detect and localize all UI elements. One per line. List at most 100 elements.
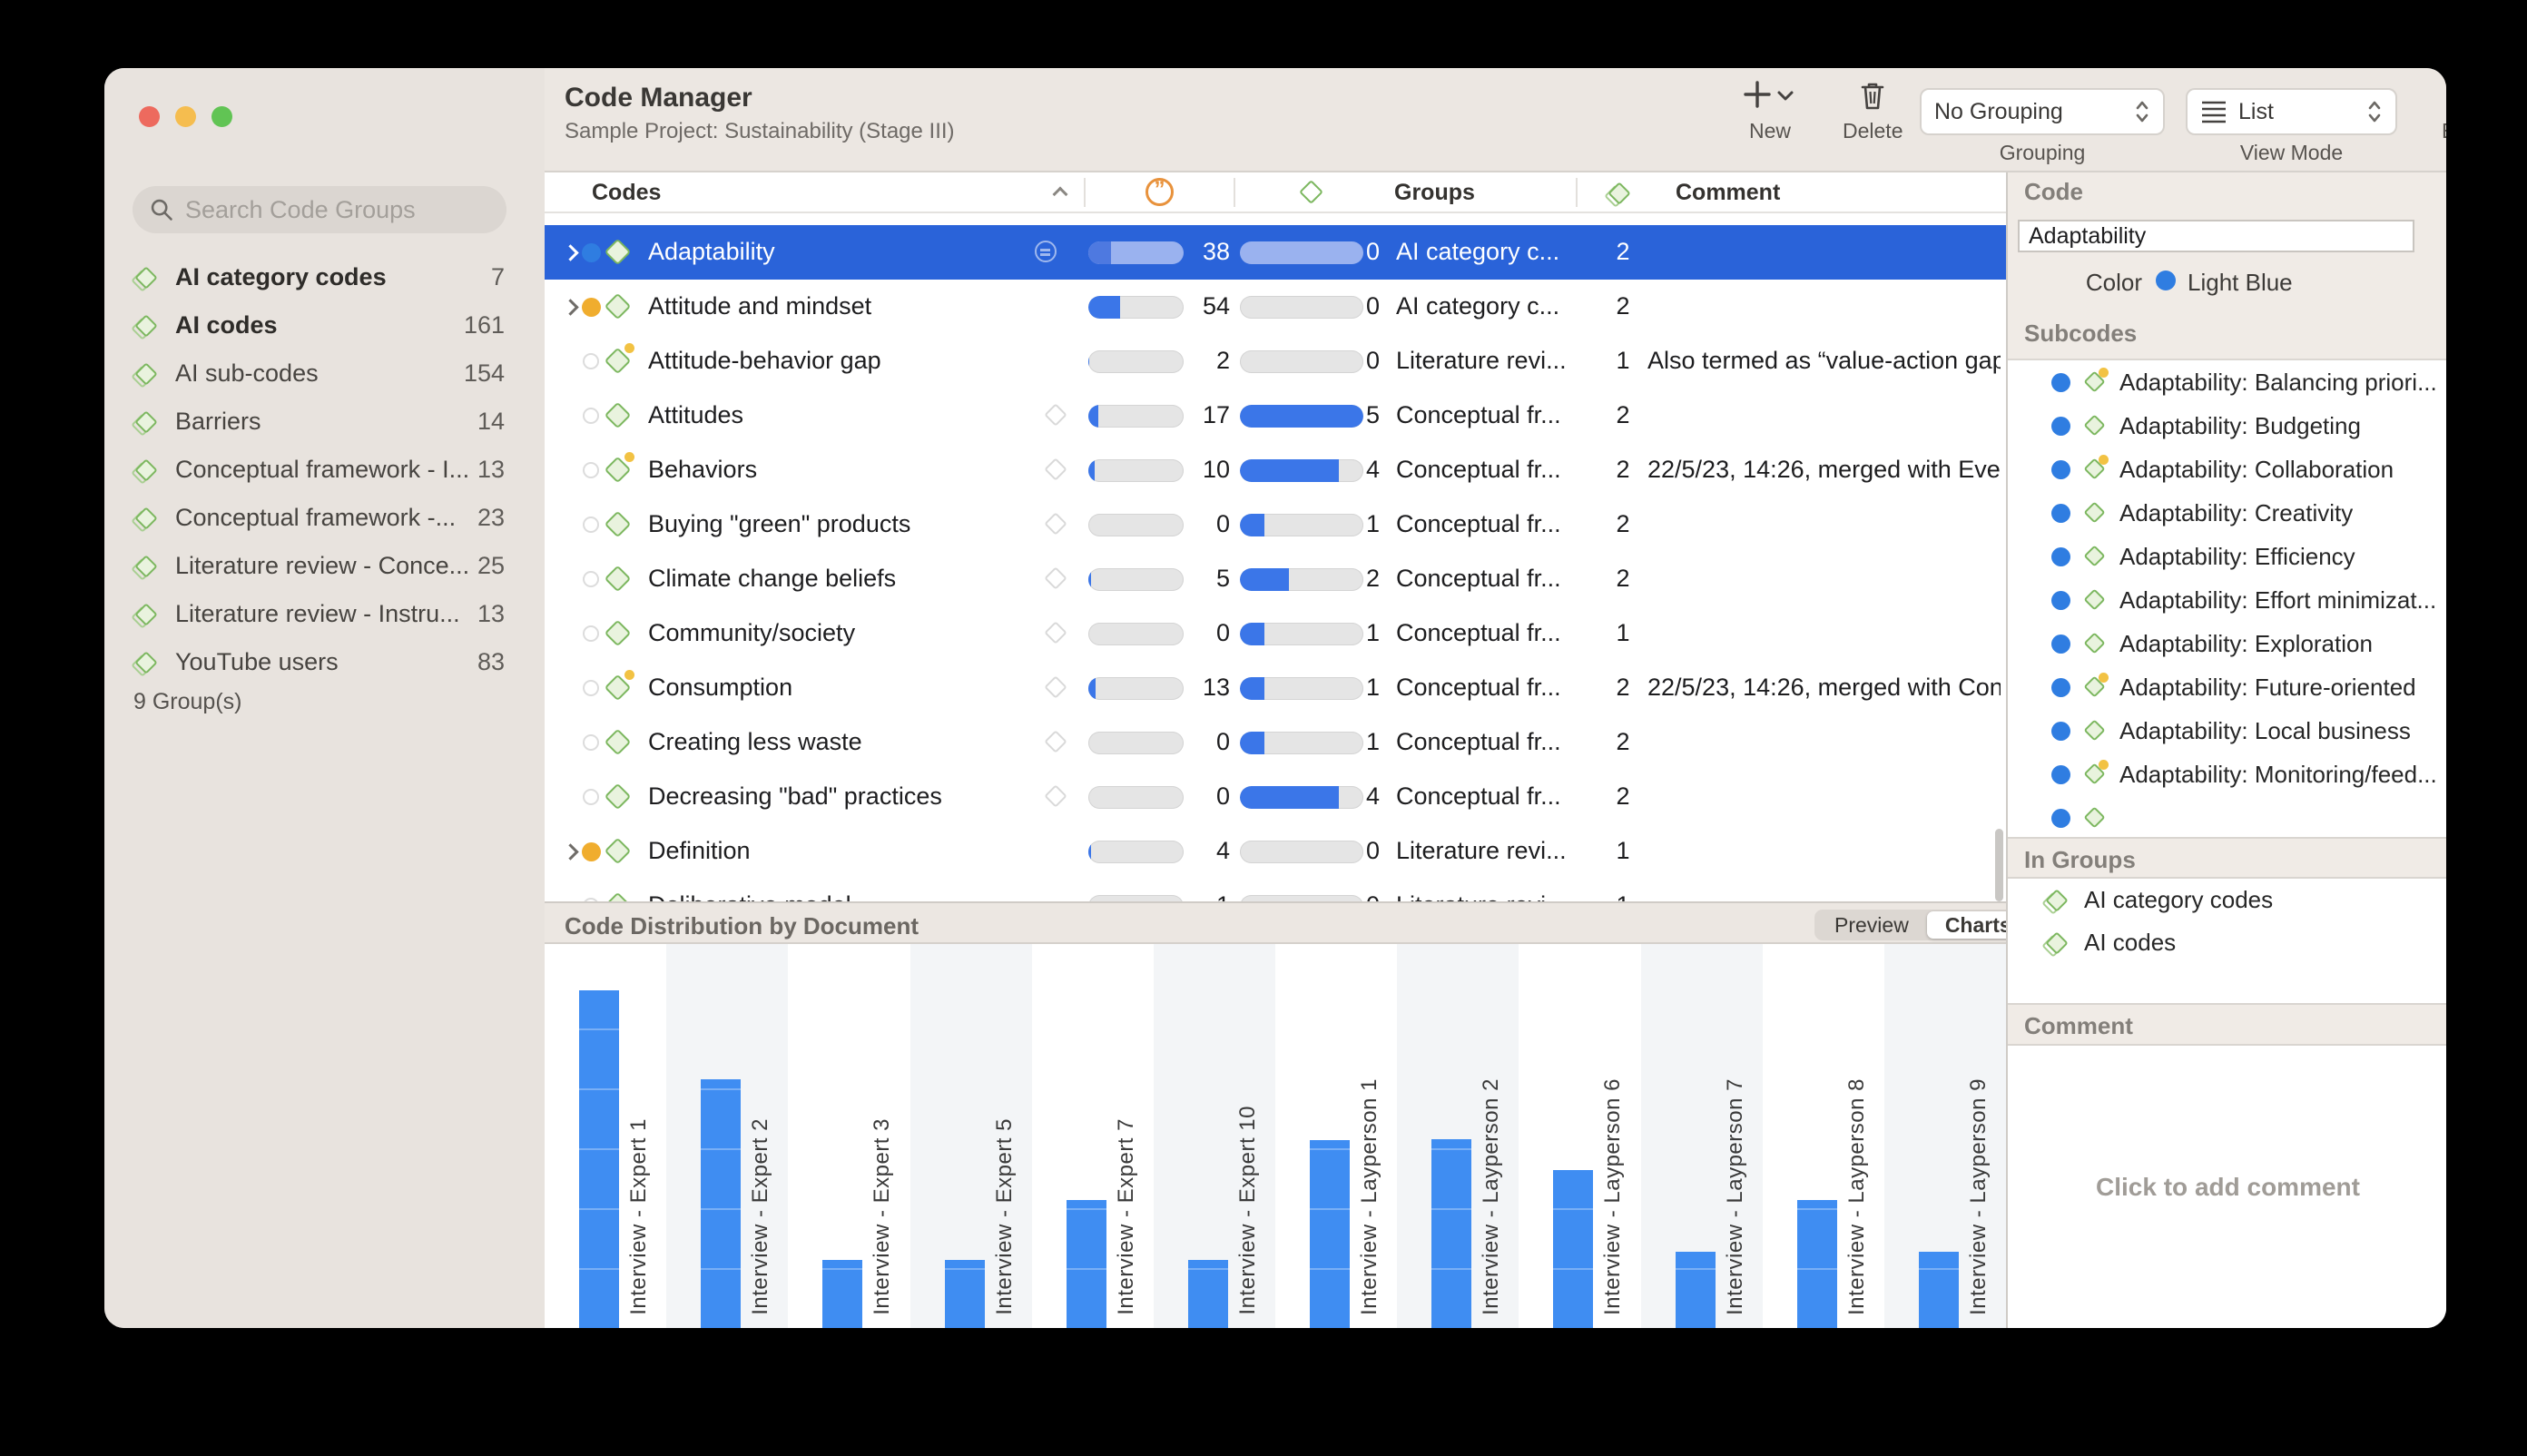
subcode-item[interactable]: Adaptability: Effort minimizat... bbox=[2008, 578, 2446, 622]
in-group-item[interactable]: AI category codes bbox=[2008, 879, 2446, 921]
chart-bar[interactable] bbox=[1067, 1200, 1106, 1328]
sidebar-group-item[interactable]: Barriers14 bbox=[104, 398, 545, 446]
column-codes[interactable]: Codes bbox=[592, 180, 661, 206]
subcode-item[interactable]: Adaptability: Exploration bbox=[2008, 622, 2446, 665]
table-row[interactable]: Adaptability380AI category c...2 bbox=[545, 225, 2006, 280]
in-group-item[interactable]: AI codes bbox=[2008, 921, 2446, 964]
documents-count: 0 bbox=[1366, 347, 1380, 375]
pale-diamond-icon bbox=[1044, 512, 1067, 535]
chart-bar[interactable] bbox=[822, 1260, 862, 1328]
color-value[interactable]: Light Blue bbox=[2188, 269, 2293, 297]
codes-table: Codes ” Groups Comment Adaptability380AI… bbox=[545, 172, 2006, 901]
table-scrollbar-thumb[interactable] bbox=[1995, 829, 2003, 901]
chart-bar-label: Interview - Layperson 8 bbox=[1844, 1078, 1870, 1315]
chart-bar[interactable] bbox=[1676, 1252, 1716, 1328]
documents-bar-fill bbox=[1240, 568, 1289, 591]
export-button[interactable]: Export bbox=[2442, 77, 2446, 143]
chart-bar[interactable] bbox=[1919, 1252, 1959, 1328]
segments-count: 0 bbox=[1139, 619, 1230, 647]
table-row[interactable]: Consumption131Conceptual fr...222/5/23, … bbox=[545, 661, 2006, 715]
code-diamond-icon bbox=[605, 892, 632, 901]
sidebar-group-item[interactable]: YouTube users83 bbox=[104, 638, 545, 686]
table-row[interactable]: Attitude and mindset540AI category c...2 bbox=[545, 280, 2006, 334]
new-button[interactable]: New bbox=[1741, 77, 1799, 143]
chart-bar[interactable] bbox=[1310, 1140, 1350, 1328]
table-row[interactable]: Attitude-behavior gap20Literature revi..… bbox=[545, 334, 2006, 389]
code-diamond-icon bbox=[605, 239, 632, 266]
delete-button[interactable]: Delete bbox=[1843, 77, 1903, 143]
group-count-cell: 1 bbox=[1605, 347, 1641, 375]
table-row[interactable]: Attitudes175Conceptual fr...2 bbox=[545, 389, 2006, 443]
coded-segments-icon[interactable]: ” bbox=[1146, 178, 1174, 206]
view-mode-select[interactable]: List bbox=[2186, 88, 2397, 135]
expand-chevron-icon[interactable] bbox=[562, 244, 578, 261]
table-row[interactable]: Buying "green" products01Conceptual fr..… bbox=[545, 497, 2006, 552]
groups-cell: Conceptual fr... bbox=[1396, 619, 1561, 647]
group-count-cell: 1 bbox=[1605, 837, 1641, 865]
column-comment[interactable]: Comment bbox=[1676, 180, 1780, 206]
code-groups-icon[interactable] bbox=[1605, 179, 1634, 212]
documents-count: 0 bbox=[1366, 238, 1380, 266]
color-swatch[interactable] bbox=[2156, 271, 2176, 290]
chart-bar[interactable] bbox=[1188, 1260, 1228, 1328]
code-name-input[interactable] bbox=[2018, 220, 2414, 252]
subcode-item[interactable]: Adaptability: Budgeting bbox=[2008, 404, 2446, 448]
sidebar-group-item[interactable]: AI sub-codes154 bbox=[104, 349, 545, 398]
code-diamond-icon bbox=[2083, 545, 2107, 568]
subcode-item[interactable] bbox=[2008, 796, 2446, 837]
column-groups[interactable]: Groups bbox=[1394, 180, 1475, 206]
chart-column: Interview - Expert 5 bbox=[910, 944, 1032, 1328]
sidebar-group-item[interactable]: AI codes161 bbox=[104, 301, 545, 349]
table-row[interactable]: Community/society01Conceptual fr...1 bbox=[545, 606, 2006, 661]
subcode-item[interactable]: Adaptability: Efficiency bbox=[2008, 535, 2446, 578]
comment-area[interactable]: Click to add comment bbox=[2008, 1046, 2446, 1328]
chart-bar[interactable] bbox=[701, 1079, 741, 1328]
subcode-item[interactable]: Adaptability: Future-oriented bbox=[2008, 665, 2446, 709]
documents-bar-fill bbox=[1240, 732, 1264, 754]
table-row[interactable]: Climate change beliefs52Conceptual fr...… bbox=[545, 552, 2006, 606]
subcode-item[interactable]: Adaptability: Local business bbox=[2008, 709, 2446, 753]
minimize-window-button[interactable] bbox=[175, 106, 196, 127]
code-color-ring bbox=[583, 734, 599, 751]
sidebar-group-item[interactable]: Literature review - Instru...13 bbox=[104, 590, 545, 638]
tab-preview[interactable]: Preview bbox=[1816, 911, 1927, 939]
close-window-button[interactable] bbox=[139, 106, 160, 127]
subcode-color-dot bbox=[2051, 504, 2070, 523]
zoom-window-button[interactable] bbox=[211, 106, 232, 127]
documents-bar-fill bbox=[1240, 514, 1264, 536]
group-count: 7 bbox=[491, 263, 505, 291]
subcode-color-dot bbox=[2051, 765, 2070, 784]
chart-bar[interactable] bbox=[1797, 1200, 1837, 1328]
expand-chevron-icon[interactable] bbox=[562, 299, 578, 315]
chart-bar[interactable] bbox=[1431, 1139, 1471, 1328]
code-diamond-icon bbox=[2083, 457, 2107, 481]
chart-bar[interactable] bbox=[579, 990, 619, 1328]
chart-bar[interactable] bbox=[1553, 1170, 1593, 1328]
table-row[interactable]: Decreasing "bad" practices04Conceptual f… bbox=[545, 770, 2006, 824]
sidebar-group-item[interactable]: AI category codes7 bbox=[104, 253, 545, 301]
table-row[interactable]: Behaviors104Conceptual fr...222/5/23, 14… bbox=[545, 443, 2006, 497]
subcode-item[interactable]: Adaptability: Creativity bbox=[2008, 491, 2446, 535]
grouping-select[interactable]: No Grouping bbox=[1920, 88, 2165, 135]
subcode-item[interactable]: Adaptability: Monitoring/feed... bbox=[2008, 753, 2446, 796]
table-row[interactable]: Creating less waste01Conceptual fr...2 bbox=[545, 715, 2006, 770]
code-diamond-icon[interactable] bbox=[1299, 180, 1323, 204]
subcode-item[interactable]: Adaptability: Collaboration bbox=[2008, 448, 2446, 491]
in-groups-list: AI category codesAI codes bbox=[2008, 879, 2446, 1003]
subcode-item[interactable]: Adaptability: Balancing priori... bbox=[2008, 360, 2446, 404]
sort-ascending-icon[interactable] bbox=[1053, 187, 1068, 202]
group-label: YouTube users bbox=[175, 648, 477, 676]
table-row[interactable]: Deliberative model10Literature revi...1 bbox=[545, 879, 2006, 901]
segments-bar-fill bbox=[1088, 459, 1095, 482]
code-diamond-icon bbox=[605, 620, 632, 647]
sidebar-group-item[interactable]: Conceptual framework -...23 bbox=[104, 494, 545, 542]
chart-bar[interactable] bbox=[945, 1260, 985, 1328]
chart-column: Interview - Layperson 7 bbox=[1641, 944, 1763, 1328]
segments-count: 0 bbox=[1139, 728, 1230, 756]
table-row[interactable]: Definition40Literature revi...1 bbox=[545, 824, 2006, 879]
view-segmented-control: Preview Charts bbox=[1814, 910, 2031, 940]
sidebar-group-item[interactable]: Conceptual framework - I...13 bbox=[104, 446, 545, 494]
expand-chevron-icon[interactable] bbox=[562, 843, 578, 860]
search-code-groups-input[interactable]: Search Code Groups bbox=[133, 186, 506, 233]
sidebar-group-item[interactable]: Literature review - Conce...25 bbox=[104, 542, 545, 590]
